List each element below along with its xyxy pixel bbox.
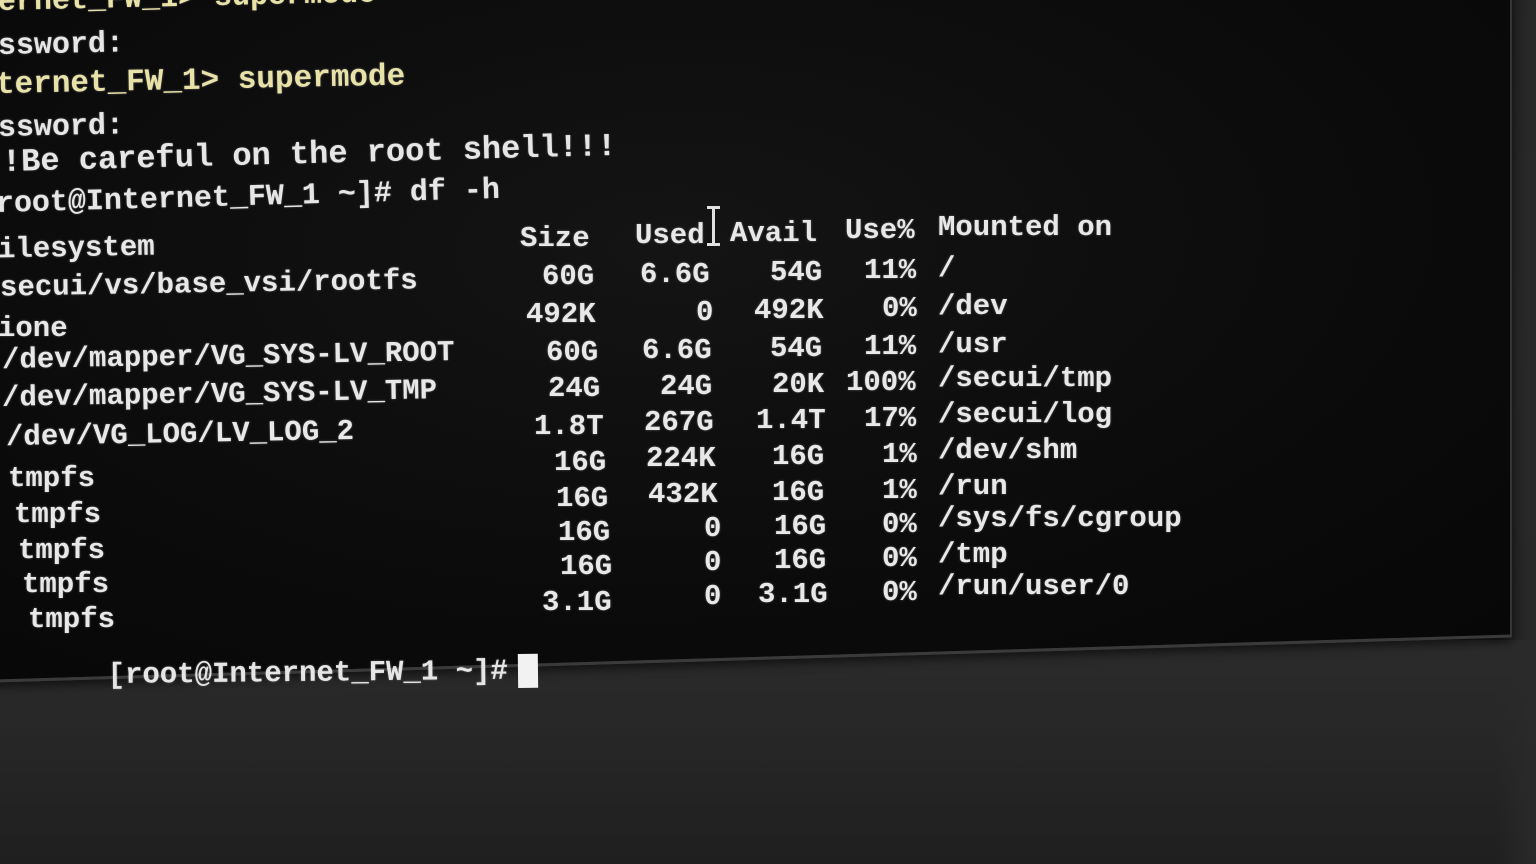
row-size: 60G — [542, 260, 595, 293]
row-avail: 54G — [770, 332, 823, 365]
row-avail: 16G — [774, 544, 827, 577]
row-fs: ione — [0, 312, 68, 345]
row-used: 0 — [704, 580, 722, 613]
row-size: 16G — [560, 550, 613, 583]
row-used: 6.6G — [640, 258, 710, 291]
row-used: 0 — [696, 296, 714, 329]
row-size: 24G — [548, 372, 601, 405]
row-avail: 492K — [754, 294, 824, 327]
row-avail: 54G — [770, 256, 823, 289]
row-used: 432K — [648, 478, 718, 511]
row-mount: /tmp — [938, 538, 1008, 571]
text-cursor-icon — [517, 653, 539, 688]
row-size: 1.8T — [534, 410, 604, 443]
row-mount: /sys/fs/cgroup — [938, 502, 1182, 535]
row-used: 24G — [660, 370, 713, 403]
row-mount: /secui/log — [938, 398, 1113, 431]
row-size: 16G — [556, 482, 609, 515]
terminal-line: ssword: — [0, 27, 125, 64]
row-mount: /dev/shm — [938, 434, 1078, 467]
ibeam-cursor-icon — [707, 206, 720, 246]
row-used: 0 — [704, 546, 722, 579]
row-used: 6.6G — [642, 334, 712, 367]
row-used: 0 — [704, 512, 722, 545]
row-use-pct: 1% — [882, 438, 917, 471]
row-used: 224K — [646, 442, 716, 475]
row-size: 492K — [526, 298, 596, 331]
row-use-pct: 11% — [864, 330, 917, 363]
row-use-pct: 0% — [882, 508, 917, 541]
row-used: 267G — [644, 406, 714, 439]
header-mounted-on: Mounted on — [938, 211, 1113, 244]
row-mount: /run — [938, 470, 1008, 503]
shell-prompt[interactable]: [root@Internet_FW_1 ~]# — [37, 621, 539, 726]
photo-of-monitor: ernet_FW_1> supermode ssword: ternet_FW_… — [0, 0, 1536, 864]
row-avail: 1.4T — [756, 404, 826, 437]
header-size: Size — [520, 222, 590, 255]
row-fs: tmpfs — [14, 498, 102, 531]
header-avail: Avail — [730, 217, 818, 250]
row-mount: /usr — [938, 328, 1008, 361]
row-fs: tmpfs — [18, 534, 106, 567]
header-use-pct: Use% — [845, 214, 915, 247]
row-size: 16G — [558, 516, 611, 549]
row-size: 3.1G — [542, 586, 612, 619]
row-avail: 16G — [772, 476, 825, 509]
row-fs: /dev/VG_LOG/LV_LOG_2 — [5, 414, 355, 455]
row-avail: 16G — [774, 510, 827, 543]
header-used: Used — [635, 219, 705, 252]
header-filesystem: ilesystem — [0, 230, 155, 267]
row-size: 60G — [546, 336, 599, 369]
row-mount: /secui/tmp — [938, 362, 1113, 395]
row-fs: tmpfs — [8, 462, 96, 495]
row-fs: tmpfs — [22, 568, 110, 601]
row-size: 16G — [554, 446, 607, 479]
row-avail: 20K — [772, 368, 825, 401]
row-use-pct: 1% — [882, 474, 917, 507]
prompt-text: [root@Internet_FW_1 ~]# — [107, 654, 509, 692]
row-mount: / — [938, 252, 956, 285]
row-use-pct: 17% — [864, 402, 917, 435]
row-use-pct: 0% — [882, 542, 917, 575]
row-avail: 16G — [772, 440, 825, 473]
row-use-pct: 0% — [882, 292, 917, 325]
row-use-pct: 0% — [882, 576, 917, 609]
row-use-pct: 11% — [864, 254, 917, 287]
row-avail: 3.1G — [758, 578, 828, 611]
row-use-pct: 100% — [846, 366, 916, 399]
row-mount: /run/user/0 — [938, 570, 1130, 603]
row-mount: /dev — [938, 290, 1008, 323]
